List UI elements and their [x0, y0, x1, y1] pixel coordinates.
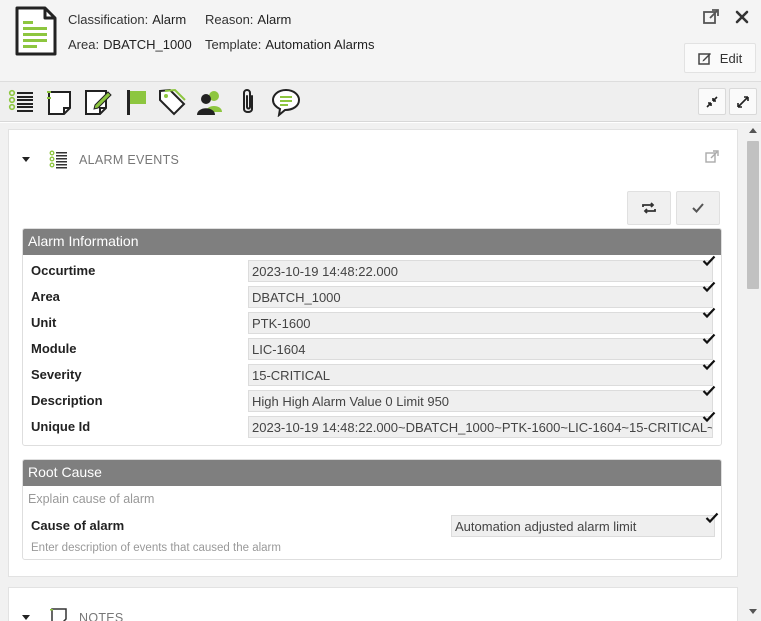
alarm-info-label: Unique Id — [31, 419, 91, 434]
notes-icon — [50, 608, 67, 621]
notes-panel: NOTES — [8, 587, 738, 621]
alarm-info-value-field[interactable]: PTK-1600 — [248, 312, 713, 334]
cause-of-alarm-row: Cause of alarm Automation adjusted alarm… — [23, 512, 723, 538]
record-header: Classification: Alarm Reason: Alarm Area: D… — [0, 0, 761, 82]
checkmark-icon — [702, 385, 716, 397]
alarm-info-label: Unit — [31, 315, 57, 330]
alarm-events-title: ALARM EVENTS — [79, 153, 180, 167]
alarm-info-label: Description — [31, 393, 103, 408]
classification-value: Alarm — [152, 12, 187, 27]
classification-field: Classification: Alarm — [68, 12, 186, 27]
record-toolbar — [0, 82, 761, 122]
root-cause-subtitle: Explain cause of alarm — [28, 492, 155, 506]
alarm-info-row: Area DBATCH_1000 — [23, 281, 723, 309]
attachment-icon[interactable] — [232, 86, 264, 118]
reason-label: Reason: — [205, 12, 254, 27]
alarm-info-value-field[interactable]: High High Alarm Value 0 Limit 950 — [248, 390, 713, 412]
collapse-icon — [706, 95, 718, 108]
alarm-events-panel: ALARM EVENTS Alarm Information Occurtime… — [8, 129, 738, 577]
area-label: Area: — [68, 37, 100, 52]
notes-title: NOTES — [79, 611, 124, 621]
notes-icon[interactable] — [44, 86, 76, 118]
refresh-icon — [642, 202, 656, 214]
alarm-info-row: Module LIC-1604 — [23, 333, 723, 361]
events-list-icon — [49, 150, 67, 169]
scroll-up-icon[interactable] — [749, 127, 757, 133]
alarm-info-row: Unit PTK-1600 — [23, 307, 723, 335]
alarm-info-row: Occurtime 2023-10-19 14:48:22.000 — [23, 255, 723, 283]
confirm-button[interactable] — [676, 191, 720, 225]
alarm-info-value-field[interactable]: 2023-10-19 14:48:22.000~DBATCH_1000~PTK-… — [248, 416, 713, 438]
cause-of-alarm-label: Cause of alarm — [31, 518, 125, 533]
checkmark-icon — [702, 255, 716, 267]
users-icon[interactable] — [194, 86, 226, 118]
template-field: Template: Automation Alarms — [205, 37, 374, 52]
collapse-all-button[interactable] — [698, 88, 726, 115]
alarm-info-label: Severity — [31, 367, 82, 382]
edit-note-icon[interactable] — [82, 86, 114, 118]
expand-icon — [737, 95, 749, 108]
checkmark-icon — [705, 512, 719, 524]
vertical-scrollbar[interactable] — [745, 123, 761, 621]
alarm-info-value-field[interactable]: DBATCH_1000 — [248, 286, 713, 308]
close-icon[interactable] — [733, 8, 751, 26]
events-list-icon[interactable] — [6, 86, 38, 118]
root-cause-title: Root Cause — [23, 460, 721, 486]
area-field: Area: DBATCH_1000 — [68, 37, 192, 52]
open-external-icon[interactable] — [705, 150, 719, 164]
template-value: Automation Alarms — [265, 37, 375, 52]
document-icon — [15, 6, 57, 56]
checkmark-icon — [692, 203, 704, 213]
scrollbar-thumb[interactable] — [747, 141, 759, 289]
checkmark-icon — [702, 281, 716, 293]
alarm-information-group: Alarm Information Occurtime 2023-10-19 14… — [22, 228, 722, 446]
refresh-button[interactable] — [627, 191, 671, 225]
collapse-caret-icon[interactable] — [22, 615, 30, 620]
comment-icon[interactable] — [270, 86, 302, 118]
edit-label: Edit — [719, 50, 743, 66]
alarm-info-row: Description High High Alarm Value 0 Limit… — [23, 385, 723, 413]
reason-value: Alarm — [257, 12, 292, 27]
alarm-info-row: Severity 15-CRITICAL — [23, 359, 723, 387]
checkmark-icon — [702, 333, 716, 345]
alarm-info-label: Area — [31, 289, 60, 304]
expand-all-button[interactable] — [729, 88, 757, 115]
checkmark-icon — [702, 411, 716, 423]
reason-field: Reason: Alarm — [205, 12, 291, 27]
pencil-square-icon — [698, 53, 711, 65]
checkmark-icon — [702, 359, 716, 371]
alarm-info-label: Module — [31, 341, 77, 356]
open-external-icon[interactable] — [702, 8, 720, 26]
flag-icon[interactable] — [120, 86, 152, 118]
scroll-down-icon[interactable] — [749, 609, 757, 615]
alarm-info-value-field[interactable]: 15-CRITICAL — [248, 364, 713, 386]
collapse-caret-icon[interactable] — [22, 157, 30, 162]
area-value: DBATCH_1000 — [103, 37, 192, 52]
classification-label: Classification: — [68, 12, 149, 27]
tags-icon[interactable] — [156, 86, 188, 118]
edit-button[interactable]: Edit — [684, 43, 756, 73]
alarm-info-row: Unique Id 2023-10-19 14:48:22.000~DBATCH_… — [23, 411, 723, 439]
alarm-information-title: Alarm Information — [23, 229, 721, 255]
cause-of-alarm-hint: Enter description of events that caused … — [31, 542, 281, 554]
checkmark-icon — [702, 307, 716, 319]
alarm-info-value-field[interactable]: 2023-10-19 14:48:22.000 — [248, 260, 713, 282]
alarm-info-value-field[interactable]: LIC-1604 — [248, 338, 713, 360]
record-content: ALARM EVENTS Alarm Information Occurtime… — [0, 123, 761, 621]
template-label: Template: — [205, 37, 262, 52]
cause-of-alarm-field[interactable]: Automation adjusted alarm limit — [451, 515, 715, 537]
alarm-info-label: Occurtime — [31, 263, 96, 278]
root-cause-group: Root Cause Explain cause of alarm Cause … — [22, 459, 722, 560]
